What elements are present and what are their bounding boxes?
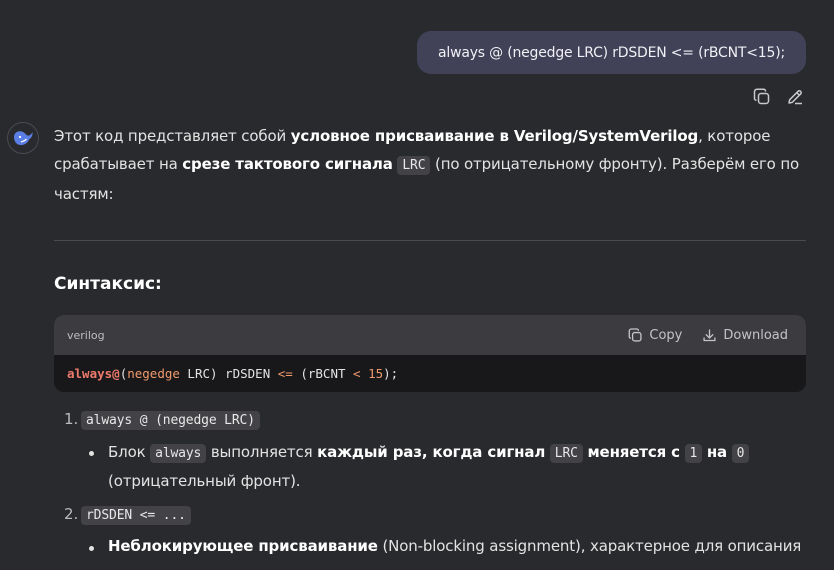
copy-icon bbox=[628, 327, 642, 342]
inline-code: rDSDEN <= ... bbox=[81, 506, 191, 525]
code-block-header: verilog Copy Download bbox=[54, 315, 806, 355]
list-item-title: rDSDEN <= ... bbox=[81, 505, 191, 525]
syntax-heading: Синтаксис: bbox=[54, 274, 162, 294]
code-token: ( bbox=[119, 366, 128, 381]
section-divider bbox=[54, 240, 806, 241]
bullet-text: Неблокирующее присваивание (Non-blocking… bbox=[108, 537, 801, 555]
copy-code-label: Copy bbox=[649, 327, 683, 343]
inline-code: LRC bbox=[397, 156, 431, 175]
code-token-number: 15 bbox=[368, 366, 384, 381]
code-token-operator: @ bbox=[112, 366, 120, 381]
edit-message-button[interactable] bbox=[783, 85, 807, 109]
inline-code: always @ (negedge LRC) bbox=[81, 411, 260, 430]
copy-message-button[interactable] bbox=[750, 85, 774, 109]
code-block-actions: Copy Download bbox=[628, 328, 788, 343]
bullet-text: Блок always выполняется каждый раз, когд… bbox=[108, 443, 750, 463]
code-token-keyword: always bbox=[67, 366, 113, 381]
bullet-text-part bbox=[727, 443, 732, 461]
bullet-text-part bbox=[680, 443, 685, 461]
bullet-text-part: выполняется bbox=[206, 443, 318, 461]
user-message-bubble: always @ (negedge LRC) rDSDEN <= (rBCNT<… bbox=[417, 31, 806, 74]
bullet-bold-text: на bbox=[706, 443, 727, 461]
download-code-label: Download bbox=[723, 327, 788, 343]
code-token-operator: < bbox=[353, 366, 361, 381]
answer-intro-paragraph: Этот код представляет собой условное при… bbox=[54, 122, 814, 208]
bullet-bold-text: меняется с bbox=[587, 443, 680, 461]
copy-code-button[interactable]: Copy bbox=[628, 328, 682, 343]
bullet-bold-text: Неблокирующее присваивание bbox=[108, 537, 378, 555]
inline-code: 0 bbox=[731, 444, 750, 463]
bullet-text-part: Блок bbox=[108, 443, 151, 461]
inline-code: 1 bbox=[684, 444, 703, 463]
list-item-number: 1. bbox=[64, 410, 79, 428]
download-icon bbox=[703, 328, 716, 341]
code-language-label: verilog bbox=[67, 328, 105, 342]
bullet-text-part: (Non-blocking assignment), характерное д… bbox=[377, 537, 802, 555]
bullet-point bbox=[89, 451, 94, 456]
code-token: (rBCNT bbox=[292, 366, 354, 381]
code-block: verilog Copy Download always @ (negedge … bbox=[54, 315, 806, 392]
edit-icon bbox=[788, 90, 802, 105]
code-token-keyword: negedge bbox=[127, 366, 180, 381]
whale-logo-icon bbox=[14, 131, 33, 146]
intro-bold-text: срезе тактового сигнала bbox=[182, 155, 393, 173]
list-item-title: always @ (negedge LRC) bbox=[81, 410, 260, 430]
list-item-number: 2. bbox=[64, 505, 79, 523]
inline-code: LRC bbox=[549, 444, 583, 463]
download-code-button[interactable]: Download bbox=[702, 328, 788, 343]
copy-icon bbox=[753, 88, 770, 105]
code-token: ); bbox=[383, 366, 399, 381]
user-message-text: always @ (negedge LRC) rDSDEN <= (rBCNT<… bbox=[438, 44, 785, 61]
code-token: LRC) rDSDEN bbox=[179, 366, 278, 381]
code-content: always @ (negedge LRC) rDSDEN <= (rBCNT … bbox=[54, 355, 806, 392]
code-token-operator: <= bbox=[277, 366, 293, 381]
intro-text: Этот код представляет собой bbox=[54, 127, 291, 145]
bullet-text-continuation: (отрицательный фронт). bbox=[108, 472, 301, 490]
inline-code: always bbox=[150, 444, 207, 463]
bullet-point bbox=[89, 546, 94, 551]
assistant-avatar bbox=[7, 122, 39, 154]
bullet-bold-text: каждый раз, когда сигнал bbox=[317, 443, 546, 461]
intro-bold-text: условное присваивание в Verilog/SystemVe… bbox=[290, 127, 699, 145]
